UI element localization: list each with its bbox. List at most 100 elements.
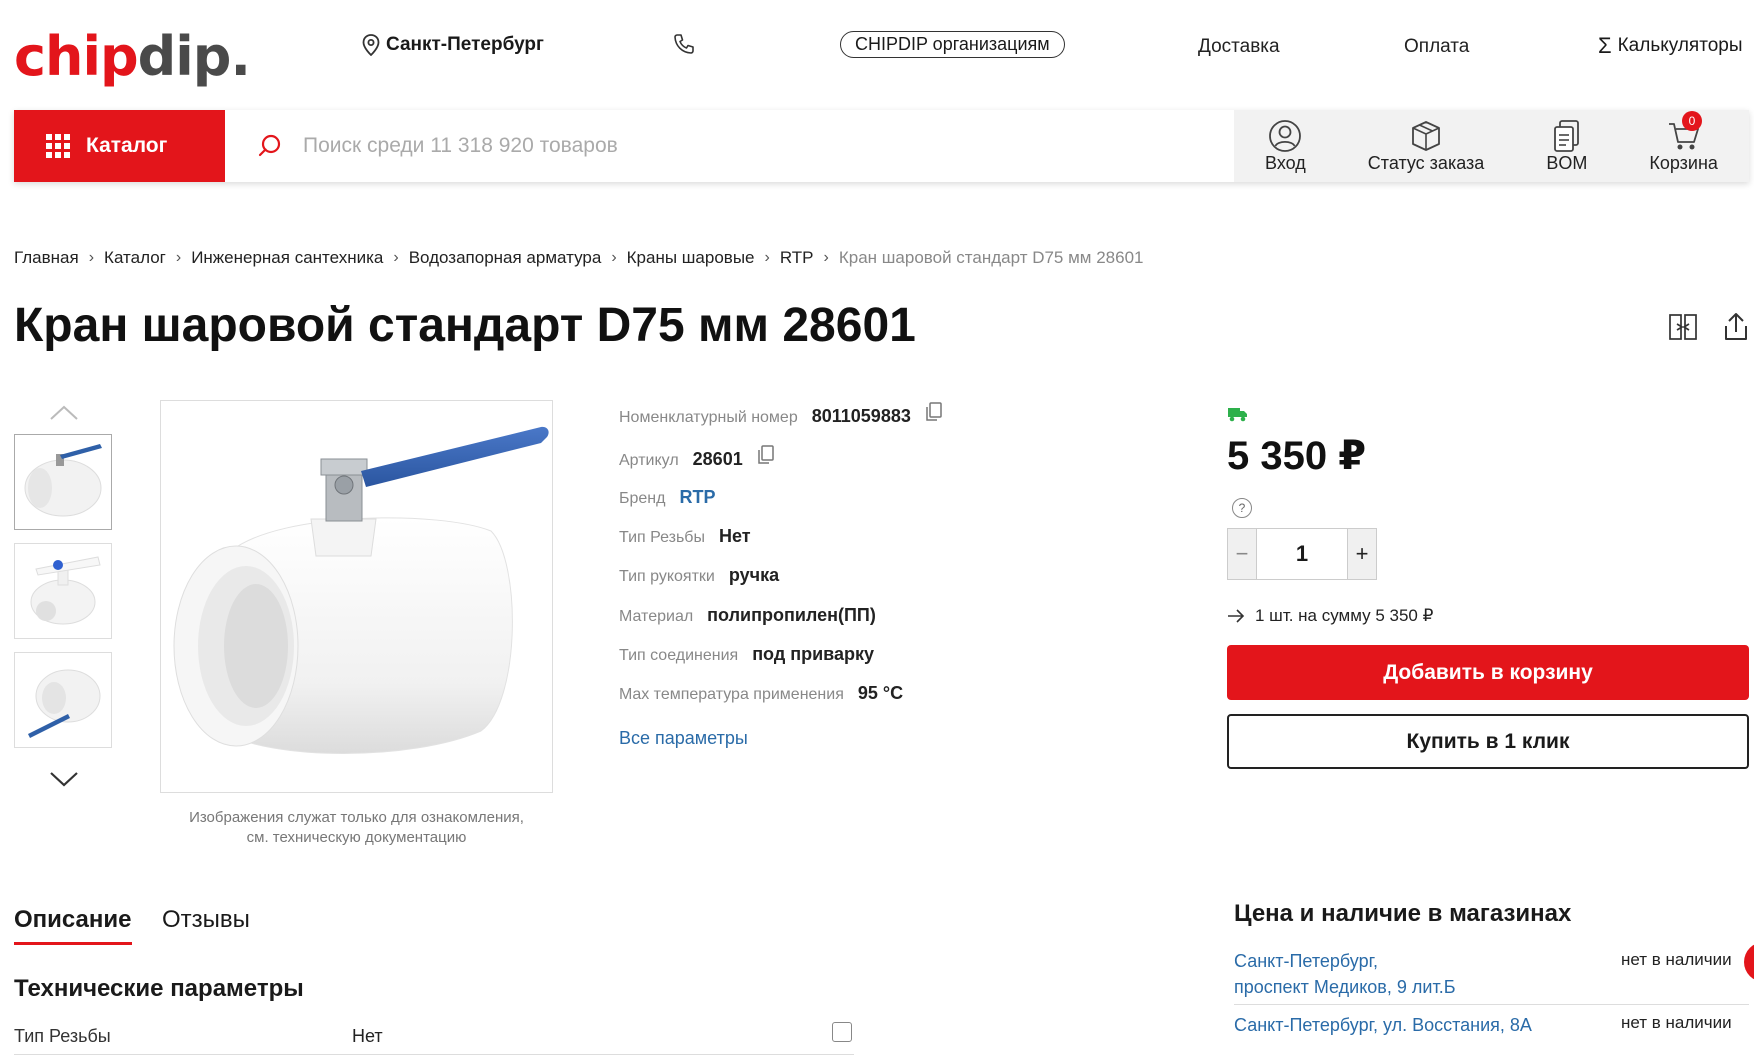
spec-label: Артикул <box>619 452 679 469</box>
nav-delivery[interactable]: Доставка <box>1198 36 1280 58</box>
spec-value: 95 °C <box>857 683 904 703</box>
spec-connection-type: Тип соединения под приварку <box>619 644 874 665</box>
store-address-line1: Санкт-Петербург, <box>1234 951 1378 971</box>
grid-menu-icon <box>46 134 70 158</box>
cart-button[interactable]: 0 Корзина <box>1649 110 1718 174</box>
catalog-button[interactable]: Каталог <box>14 110 225 182</box>
breadcrumb-separator: › <box>611 249 617 266</box>
order-status-label: Статус заказа <box>1367 152 1485 173</box>
sigma-icon: Σ <box>1598 33 1612 58</box>
title-actions <box>1668 312 1750 342</box>
logo-dip-text: dip. <box>137 25 251 88</box>
compare-icon[interactable] <box>1668 312 1698 342</box>
store-link-vosstaniya[interactable]: Санкт-Петербург, ул. Восстания, 8А <box>1234 1012 1532 1038</box>
store-divider <box>1234 1004 1749 1005</box>
copy-icon[interactable] <box>925 402 943 422</box>
search-icon[interactable] <box>257 133 283 159</box>
spec-label: Номенклатурный номер <box>619 409 798 426</box>
breadcrumb-plumbing[interactable]: Инженерная сантехника <box>191 248 383 268</box>
spec-value: под приварку <box>752 644 875 664</box>
breadcrumb-separator: › <box>88 249 95 266</box>
main-product-image[interactable] <box>160 400 553 793</box>
bom-button[interactable]: BOM <box>1546 119 1587 174</box>
valve-thumbnail-image <box>30 556 101 625</box>
city-name: Санкт-Петербург <box>386 34 544 55</box>
chevron-down-icon[interactable] <box>49 770 79 788</box>
breadcrumb-separator: › <box>175 249 182 266</box>
spec-value: ручка <box>728 565 780 585</box>
increase-quantity-button[interactable]: + <box>1348 529 1376 579</box>
city-selector[interactable]: Санкт-Петербург <box>362 34 544 56</box>
ball-valve-image <box>173 426 549 754</box>
tech-param-value: Нет <box>352 1026 383 1046</box>
breadcrumb-ball-valves[interactable]: Краны шаровые <box>627 248 755 268</box>
chevron-up-icon[interactable] <box>49 404 79 422</box>
decrease-quantity-button[interactable]: − <box>1228 529 1256 579</box>
bom-label: BOM <box>1546 152 1588 173</box>
phone-icon[interactable] <box>672 32 696 61</box>
chipdip-logo[interactable]: chipdip. <box>14 22 251 92</box>
breadcrumb-home[interactable]: Главная <box>14 248 79 268</box>
copy-icon[interactable] <box>757 445 775 465</box>
tab-reviews[interactable]: Отзывы <box>162 906 250 934</box>
order-status-button[interactable]: Статус заказа <box>1367 119 1485 174</box>
cart-count-badge: 0 <box>1681 110 1702 131</box>
help-icon[interactable]: ? <box>1232 498 1252 518</box>
thumbnail-1[interactable] <box>14 434 112 530</box>
nav-calculators[interactable]: Σ Калькуляторы <box>1598 33 1743 59</box>
user-icon <box>1269 119 1302 152</box>
login-button[interactable]: Вход <box>1265 119 1306 174</box>
store-link-medikov[interactable]: Санкт-Петербург, проспект Медиков, 9 лит… <box>1234 948 1456 1000</box>
chat-widget-button[interactable] <box>1744 942 1754 982</box>
breadcrumb-brand[interactable]: RTP <box>780 248 814 268</box>
tech-params-title: Технические параметры <box>14 975 304 1002</box>
tech-param-key: Тип Резьбы <box>14 1026 111 1046</box>
search-box <box>257 110 1227 182</box>
spec-handle-type: Тип рукоятки ручка <box>619 565 779 586</box>
thumbnail-3[interactable] <box>14 652 112 748</box>
share-icon[interactable] <box>1722 312 1750 342</box>
buy-one-click-button[interactable]: Купить в 1 клик <box>1227 714 1749 769</box>
nav-payment[interactable]: Оплата <box>1404 36 1469 58</box>
organizations-link[interactable]: CHIPDIP организациям <box>840 31 1065 58</box>
store-address-line2: проспект Медиков, 9 лит.Б <box>1234 977 1456 997</box>
box-icon <box>1412 120 1440 151</box>
spec-label: Тип Резьбы <box>619 529 705 546</box>
login-label: Вход <box>1265 152 1306 173</box>
filter-checkbox[interactable] <box>832 1022 852 1042</box>
add-to-cart-button[interactable]: Добавить в корзину <box>1227 645 1749 700</box>
brand-link[interactable]: RTP <box>679 487 715 508</box>
cart-label: Корзина <box>1649 152 1718 173</box>
store-availability: нет в наличии <box>1621 1013 1732 1032</box>
arrow-right-icon <box>1228 609 1245 623</box>
tab-description[interactable]: Описание <box>14 906 132 945</box>
spec-label: Материал <box>619 608 694 625</box>
breadcrumb-current: Кран шаровой стандарт D75 мм 28601 <box>838 248 1144 267</box>
store-availability: нет в наличии <box>1621 950 1732 969</box>
breadcrumb-valves[interactable]: Водозапорная арматура <box>409 248 602 268</box>
spec-material: Материал полипропилен(ПП) <box>619 605 876 626</box>
delivery-truck-icon <box>1228 408 1247 422</box>
search-input[interactable] <box>301 133 1105 159</box>
spec-label: Бренд <box>619 490 666 507</box>
location-pin-icon <box>362 34 380 56</box>
spec-value: 8011059883 <box>811 406 911 426</box>
thumbnail-2[interactable] <box>14 543 112 639</box>
image-disclaimer-line1: Изображения служат только для ознакомлен… <box>189 809 524 826</box>
spec-value: 28601 <box>692 449 743 469</box>
all-parameters-link[interactable]: Все параметры <box>619 728 748 749</box>
search-toolbar: Каталог Вход Статус заказа BOM 0 Корзина <box>14 110 1749 182</box>
user-menu: Вход Статус заказа BOM 0 Корзина <box>1234 110 1749 182</box>
valve-thumbnail-image <box>28 669 101 738</box>
logo-chip-text: chip <box>14 25 139 88</box>
stores-title: Цена и наличие в магазинах <box>1234 900 1572 927</box>
quantity-input[interactable]: 1 <box>1256 529 1348 579</box>
spec-item-number: Номенклатурный номер 8011059883 <box>619 402 943 427</box>
image-disclaimer-line2: см. техническую документацию <box>246 829 467 846</box>
breadcrumb-catalog[interactable]: Каталог <box>104 248 166 268</box>
breadcrumb-separator: › <box>393 249 399 266</box>
spec-thread-type: Тип Резьбы Нет <box>619 526 751 547</box>
product-price: 5 350 ₽ <box>1227 434 1367 478</box>
spec-max-temperature: Max температура применения 95 °C <box>619 683 903 704</box>
page-title: Кран шаровой стандарт D75 мм 28601 <box>14 299 916 352</box>
